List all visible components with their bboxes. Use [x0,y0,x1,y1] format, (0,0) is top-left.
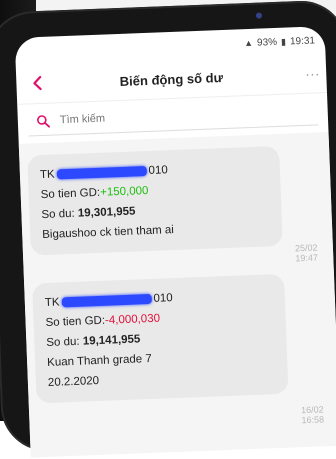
amount-label: So tien GD: [40,186,101,202]
signal-icon: ▲ [243,37,254,49]
account-suffix: 010 [153,292,173,305]
search-icon [37,115,50,128]
camera-dot [255,12,263,19]
balance-label: So du: [46,335,80,349]
message-timestamp: 16/02 16:58 [300,404,325,426]
balance-value: 19,301,955 [77,205,136,220]
amount-value: +150,000 [99,184,149,199]
balance-label: So du: [41,207,75,222]
notification-feed: TK 010 So tien GD:+150,000 So du: 19,301,… [18,131,336,458]
redacted-account [56,165,147,180]
redacted-account [61,293,152,308]
account-prefix: TK [39,168,55,182]
phone-screen: ▲ 93% ▮ 19:31 Biến động số dư ... Tìm ki… [14,26,336,458]
status-time: 19:31 [289,34,316,47]
balance-message[interactable]: TK 010 So tien GD:+150,000 So du: 19,301,… [27,145,283,256]
more-menu-button[interactable]: ... [305,62,320,79]
back-button[interactable] [26,71,49,96]
search-input[interactable] [57,104,282,128]
message-timestamp: 25/02 19:47 [294,242,319,264]
battery-icon: ▮ [280,36,287,47]
balance-value: 19,141,955 [82,333,141,348]
page-title: Biến động số dư [119,69,224,89]
phone-frame: ▲ 93% ▮ 19:31 Biến động số dư ... Tìm ki… [0,0,336,458]
back-arrow-icon [33,75,42,91]
amount-label: So tien GD: [45,314,106,329]
account-prefix: TK [44,296,60,310]
photo-scene: ▲ 93% ▮ 19:31 Biến động số dư ... Tìm ki… [0,0,336,458]
account-suffix: 010 [148,164,168,177]
amount-value: -4,000,030 [104,312,161,327]
battery-level: 93% [256,36,278,49]
balance-message[interactable]: TK 010 So tien GD:-4,000,030 So du: 19,14… [32,273,289,404]
